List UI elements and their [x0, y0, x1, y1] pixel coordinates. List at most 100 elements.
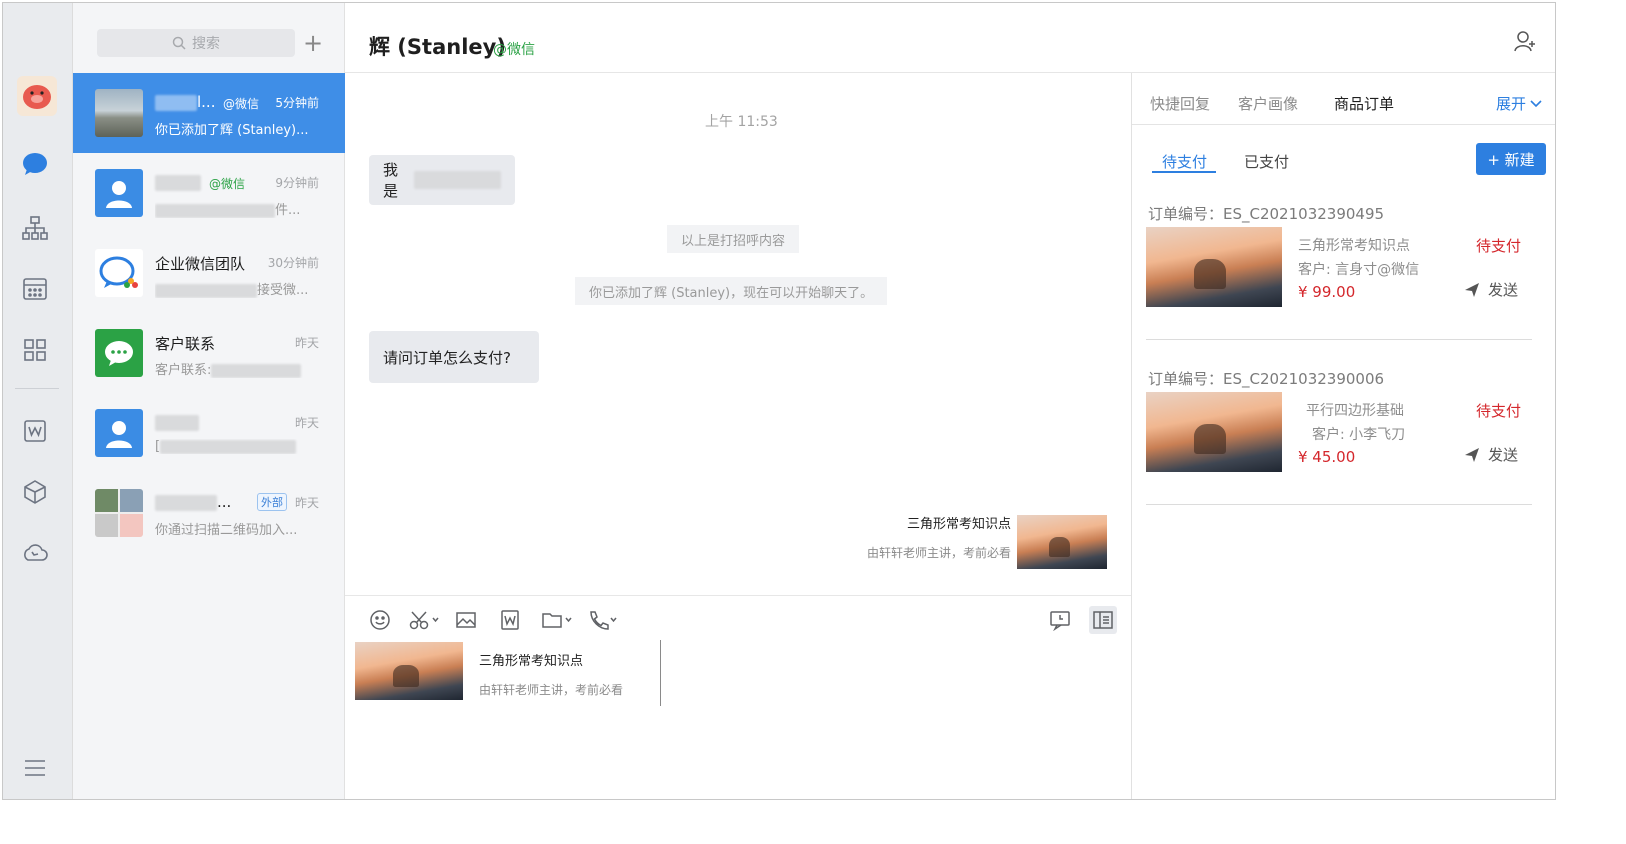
- screen-chat-icon[interactable]: [1049, 608, 1071, 632]
- expand-button[interactable]: 展开: [1496, 93, 1542, 114]
- send-button[interactable]: 发送: [1464, 279, 1518, 300]
- send-button[interactable]: 发送: [1464, 444, 1518, 465]
- order-card: 订单编号：ES_C2021032390495 三角形常考知识点 客户: 言身寸@…: [1146, 203, 1536, 363]
- external-badge: 外部: [257, 493, 287, 511]
- panel-tabs: 快捷回复 客户画像 商品订单 展开: [1132, 73, 1555, 125]
- list-item[interactable]: 企业微信团队 30分钟前 接受微...: [73, 233, 345, 313]
- chat-bubble-icon[interactable]: [20, 149, 50, 179]
- message-time: 昨天: [294, 416, 319, 430]
- contact-name: 企业微信团队: [155, 255, 246, 273]
- chat-header: 辉 (Stanley) @微信: [345, 3, 1555, 73]
- message-preview: 接受微...: [155, 279, 315, 298]
- card-thumbnail: [1017, 515, 1107, 569]
- cube-icon[interactable]: [20, 477, 50, 507]
- tab-customer-profile[interactable]: 客户画像: [1238, 93, 1298, 114]
- list-item[interactable]: l... @微信 5分钟前 你已添加了辉 (Stanley)...: [73, 73, 345, 153]
- wechat-tag: @微信: [493, 42, 535, 58]
- list-item[interactable]: ... 外部 昨天 你通过扫描二维码加入...: [73, 473, 345, 553]
- calendar-icon[interactable]: [20, 273, 50, 303]
- message-preview: 你已添加了辉 (Stanley)...: [155, 123, 309, 138]
- person-icon: [106, 181, 132, 208]
- org-chart-icon[interactable]: [20, 213, 50, 243]
- apps-grid-icon[interactable]: [20, 335, 50, 365]
- tab-paid[interactable]: 已支付: [1244, 151, 1289, 172]
- wechat-tag: @微信: [209, 177, 246, 191]
- order-thumbnail: [1146, 392, 1282, 472]
- contact-avatar: [95, 409, 143, 457]
- system-notice: 以上是打招呼内容: [667, 225, 800, 253]
- message-input-area: 三角形常考知识点 由轩轩老师主讲，考前必看: [345, 595, 1131, 799]
- new-order-button[interactable]: + 新建: [1476, 143, 1546, 175]
- order-number: 订单编号：ES_C2021032390495: [1148, 205, 1385, 223]
- contact-avatar: [95, 249, 143, 297]
- message-time: 昨天: [294, 496, 319, 510]
- list-item[interactable]: 昨天 [: [73, 393, 345, 473]
- draft-title: 三角形常考知识点: [479, 654, 584, 669]
- wecom-logo-icon: [99, 256, 138, 288]
- chat-main: 上午 11:53 我是 以上是打招呼内容 你已添加了辉 (Stanley)，现在…: [345, 73, 1131, 799]
- message-time: 9分钟前: [275, 176, 319, 190]
- customer-name: 客户: 小李飞刀: [1312, 427, 1406, 443]
- message-timestamp: 上午 11:53: [705, 114, 778, 130]
- draft-subtitle: 由轩轩老师主讲，考前必看: [479, 683, 624, 697]
- sidebar-panel-icon[interactable]: [1089, 606, 1117, 634]
- chat-title: 辉 (Stanley): [369, 35, 506, 59]
- search-input[interactable]: 搜索: [97, 29, 295, 57]
- my-avatar[interactable]: [17, 76, 57, 116]
- active-tab-underline: [1152, 171, 1216, 173]
- contact-name: [155, 413, 199, 431]
- chat-bubble-icon: [105, 341, 133, 366]
- message-bubble[interactable]: 我是: [369, 155, 515, 205]
- add-member-icon[interactable]: [1513, 29, 1537, 57]
- contact-avatar: [95, 329, 143, 377]
- contact-avatar: [95, 169, 143, 217]
- list-item[interactable]: @微信 9分钟前 件...: [73, 153, 345, 233]
- order-divider: [1146, 504, 1532, 505]
- app-window: 搜索 + l... @微信 5分钟前 你已添加了辉 (Stanley)... @…: [2, 2, 1556, 800]
- card-subtitle: 由轩轩老师主讲，考前必看: [866, 546, 1011, 560]
- wechat-tag: @微信: [223, 97, 260, 111]
- message-time: 5分钟前: [275, 96, 319, 110]
- customer-name: 客户: 言身寸@微信: [1298, 262, 1420, 278]
- draft-card[interactable]: 三角形常考知识点 由轩轩老师主讲，考前必看: [355, 640, 661, 706]
- send-label: 发送: [1488, 281, 1519, 299]
- menu-icon[interactable]: [20, 753, 50, 783]
- order-price: ¥ 45.00: [1298, 448, 1356, 466]
- system-notice: 你已添加了辉 (Stanley)，现在可以开始聊天了。: [575, 277, 888, 305]
- expand-label: 展开: [1495, 95, 1526, 113]
- emoji-icon[interactable]: [369, 608, 391, 632]
- tab-quick-reply[interactable]: 快捷回复: [1150, 93, 1210, 114]
- message-time: 昨天: [294, 336, 319, 350]
- word-doc-icon[interactable]: [499, 608, 521, 632]
- search-icon: [172, 36, 186, 50]
- message-time: 30分钟前: [267, 256, 319, 270]
- word-doc-icon[interactable]: [20, 416, 50, 446]
- rail-divider: [15, 388, 59, 389]
- course-card-message[interactable]: 三角形常考知识点 由轩轩老师主讲，考前必看: [865, 513, 1109, 571]
- image-icon[interactable]: [455, 608, 477, 632]
- order-status: 待支付: [1476, 237, 1522, 255]
- draft-thumbnail: [355, 642, 463, 700]
- send-icon: [1465, 282, 1479, 297]
- send-label: 发送: [1488, 446, 1519, 464]
- send-icon: [1465, 447, 1479, 462]
- folder-icon[interactable]: [541, 608, 575, 632]
- order-status: 待支付: [1476, 402, 1522, 420]
- order-card: 订单编号：ES_C2021032390006 平行四边形基础 客户: 小李飞刀 …: [1146, 368, 1536, 528]
- chevron-down-icon: [1530, 99, 1542, 107]
- order-price: ¥ 99.00: [1298, 283, 1356, 301]
- order-thumbnail: [1146, 227, 1282, 307]
- tab-product-orders[interactable]: 商品订单: [1334, 93, 1394, 114]
- scissors-icon[interactable]: [409, 608, 441, 632]
- list-item[interactable]: 客户联系 昨天 客户联系:: [73, 313, 345, 393]
- add-button[interactable]: +: [303, 31, 323, 55]
- message-bubble[interactable]: 请问订单怎么支付?: [369, 331, 539, 383]
- cloud-call-icon[interactable]: [20, 538, 50, 568]
- conversation-list: 搜索 + l... @微信 5分钟前 你已添加了辉 (Stanley)... @…: [73, 3, 345, 799]
- phone-icon[interactable]: [587, 608, 619, 632]
- card-title: 三角形常考知识点: [906, 517, 1011, 532]
- group-avatar: [95, 489, 143, 537]
- search-placeholder: 搜索: [192, 36, 220, 52]
- contact-name: 客户联系: [155, 335, 216, 353]
- tab-pending-payment[interactable]: 待支付: [1162, 151, 1207, 172]
